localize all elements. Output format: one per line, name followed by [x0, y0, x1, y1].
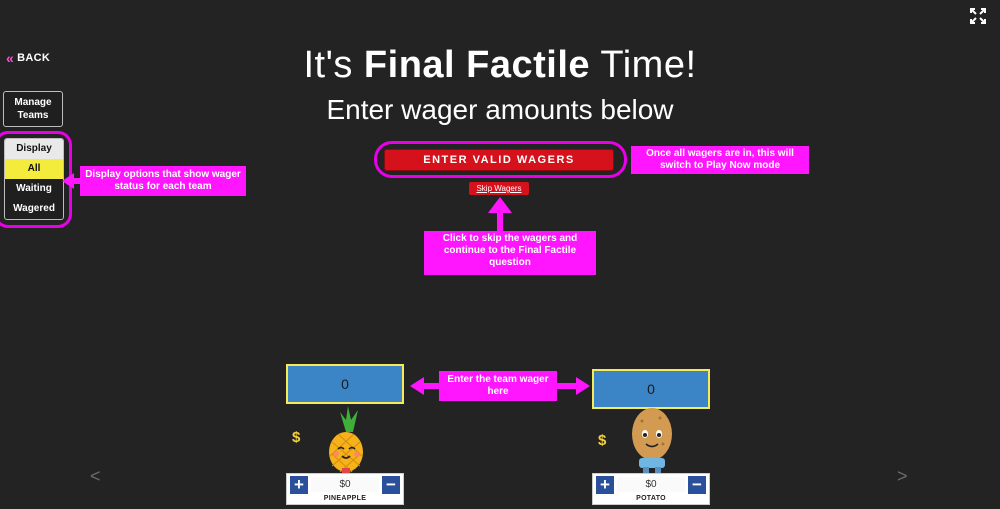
carousel-prev-button[interactable]: < — [90, 466, 101, 487]
decrease-wager-button[interactable]: − — [382, 476, 400, 494]
display-option-wagered[interactable]: Wagered — [5, 199, 63, 219]
team-card-pineapple: + $0 − PINEAPPLE — [286, 473, 404, 505]
dollar-sign-potato: $ — [598, 432, 607, 449]
wager-input-pineapple[interactable]: 0 — [286, 364, 404, 404]
team-score: $0 — [311, 477, 379, 492]
arrow-up-icon — [488, 197, 512, 233]
skip-wagers-button[interactable]: Skip Wagers — [469, 182, 529, 195]
display-options: Display All Waiting Wagered — [4, 138, 64, 220]
pineapple-mascot-icon — [329, 406, 363, 474]
team-name: POTATO — [636, 495, 666, 502]
increase-wager-button[interactable]: + — [596, 476, 614, 494]
annotation-play-now: Once all wagers are in, this will switch… — [631, 146, 809, 174]
decrease-wager-button[interactable]: − — [688, 476, 706, 494]
increase-wager-button[interactable]: + — [290, 476, 308, 494]
enter-valid-wagers-button[interactable]: ENTER VALID WAGERS — [384, 149, 614, 171]
expand-icon[interactable] — [970, 8, 986, 24]
display-header: Display — [5, 139, 63, 159]
annotation-display-options: Display options that show wager status f… — [80, 166, 246, 196]
team-name: PINEAPPLE — [323, 495, 367, 502]
annotation-skip-wagers: Click to skip the wagers and continue to… — [424, 231, 596, 275]
page-title: It's Final Factile Time! — [303, 44, 697, 86]
team-card-potato: + $0 − POTATO — [592, 473, 710, 505]
wager-input-potato[interactable]: 0 — [592, 369, 710, 409]
annotation-team-wager: Enter the team wager here — [439, 371, 557, 401]
dollar-sign-pineapple: $ — [292, 429, 301, 446]
page-subtitle: Enter wager amounts below — [326, 94, 674, 125]
display-option-waiting[interactable]: Waiting — [5, 179, 63, 199]
display-option-all[interactable]: All — [5, 159, 63, 179]
carousel-next-button[interactable]: > — [897, 466, 908, 487]
team-score: $0 — [617, 477, 685, 492]
potato-mascot-icon — [632, 408, 672, 474]
